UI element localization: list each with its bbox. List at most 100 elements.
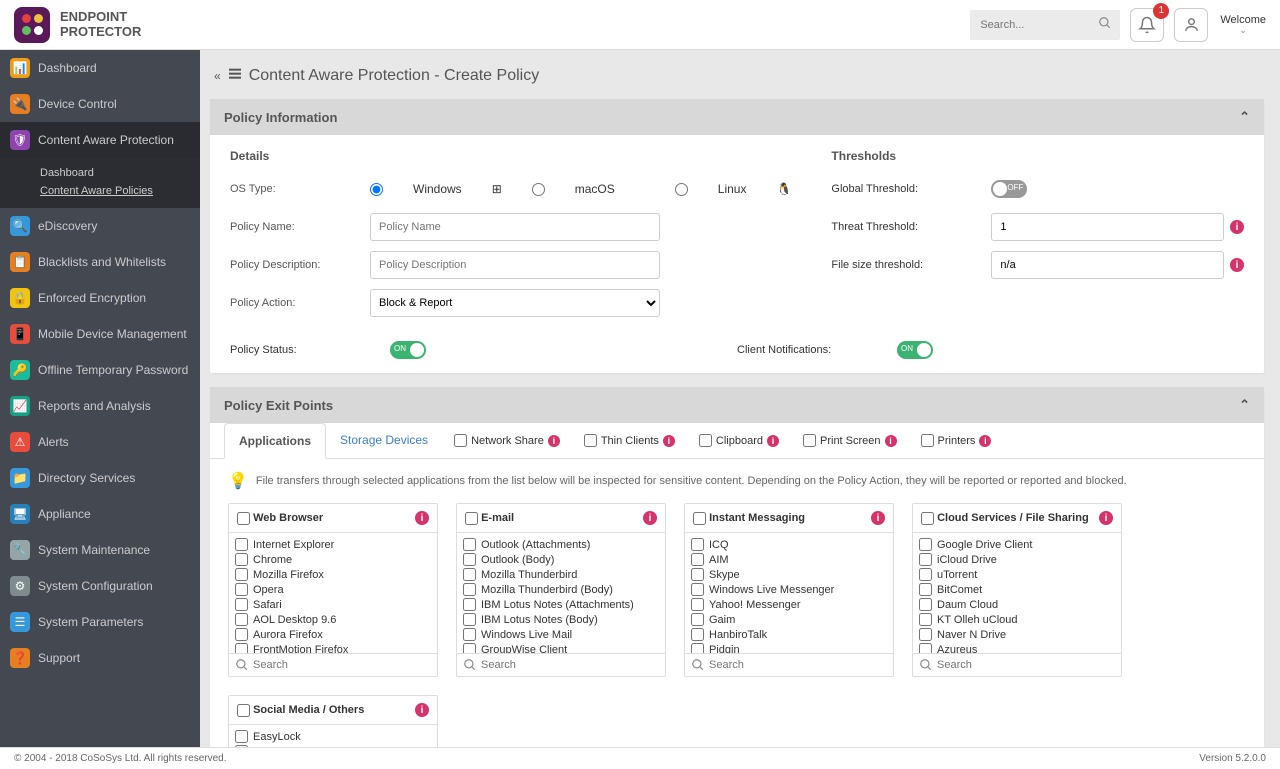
list-item[interactable]: Aurora Firefox bbox=[235, 627, 431, 642]
list-item[interactable]: Outlook (Attachments) bbox=[463, 537, 659, 552]
list-item[interactable]: Mozilla Thunderbird bbox=[463, 567, 659, 582]
group-list[interactable]: ICQAIMSkypeWindows Live MessengerYahoo! … bbox=[685, 533, 893, 653]
collapse-icon[interactable]: ⌃ bbox=[1239, 109, 1250, 125]
info-icon[interactable]: i bbox=[1230, 258, 1244, 272]
list-item[interactable]: ICQ bbox=[691, 537, 887, 552]
sidebar-item-ediscovery[interactable]: 🔍eDiscovery bbox=[0, 208, 200, 244]
info-icon[interactable]: i bbox=[885, 435, 897, 447]
list-item[interactable]: Opera bbox=[235, 582, 431, 597]
sidebar-item-appliance[interactable]: 🖥Appliance bbox=[0, 496, 200, 532]
sidebar-item-system-configuration[interactable]: ⚙System Configuration bbox=[0, 568, 200, 604]
policy-info-header[interactable]: Policy Information ⌃ bbox=[210, 99, 1264, 135]
sidebar-item-mobile-device-management[interactable]: 📱Mobile Device Management bbox=[0, 316, 200, 352]
sidebar-subitem[interactable]: Dashboard bbox=[40, 164, 200, 182]
info-icon[interactable]: i bbox=[415, 703, 429, 717]
group-list[interactable]: Internet ExplorerChromeMozilla FirefoxOp… bbox=[229, 533, 437, 653]
sidebar-item-alerts[interactable]: ⚠Alerts bbox=[0, 424, 200, 460]
sidebar-item-blacklists-and-whitelists[interactable]: 📋Blacklists and Whitelists bbox=[0, 244, 200, 280]
os-radio-group[interactable]: Windows⊞ macOS Linux🐧 bbox=[370, 182, 791, 196]
group-search-input[interactable] bbox=[253, 659, 431, 671]
policy-desc-input[interactable] bbox=[370, 251, 660, 279]
group-header[interactable]: Web Browseri bbox=[229, 504, 437, 533]
global-search[interactable] bbox=[970, 10, 1120, 40]
sidebar-item-device-control[interactable]: 🔌Device Control bbox=[0, 86, 200, 122]
sidebar-item-offline-temporary-password[interactable]: 🔑Offline Temporary Password bbox=[0, 352, 200, 388]
client-notif-toggle[interactable]: ON bbox=[897, 341, 933, 359]
info-icon[interactable]: i bbox=[643, 511, 657, 525]
group-header[interactable]: Cloud Services / File Sharingi bbox=[913, 504, 1121, 533]
tab-check-print-screen[interactable]: Print Screeni bbox=[791, 423, 909, 458]
sidebar-item-dashboard[interactable]: 📊Dashboard bbox=[0, 50, 200, 86]
sidebar-item-system-parameters[interactable]: ☰System Parameters bbox=[0, 604, 200, 640]
info-icon[interactable]: i bbox=[415, 511, 429, 525]
group-search-input[interactable] bbox=[937, 659, 1115, 671]
sidebar-item-content-aware-protection[interactable]: 🛡Content Aware Protection bbox=[0, 122, 200, 158]
info-icon[interactable]: i bbox=[1099, 511, 1113, 525]
back-icon[interactable]: « bbox=[214, 69, 221, 83]
list-item[interactable]: Skype bbox=[691, 567, 887, 582]
group-header[interactable]: Social Media / Othersi bbox=[229, 696, 437, 725]
os-linux-radio[interactable] bbox=[675, 183, 688, 196]
info-icon[interactable]: i bbox=[871, 511, 885, 525]
search-icon[interactable] bbox=[1098, 16, 1112, 33]
tab-applications[interactable]: Applications bbox=[224, 423, 326, 459]
tab-check-thin-clients[interactable]: Thin Clientsi bbox=[572, 423, 687, 458]
sidebar-subitem[interactable]: Content Aware Policies bbox=[40, 182, 200, 200]
group-search[interactable] bbox=[685, 653, 893, 676]
os-windows-radio[interactable] bbox=[370, 183, 383, 196]
list-item[interactable]: EasyLock bbox=[235, 729, 431, 744]
notifications-icon[interactable]: 1 bbox=[1130, 8, 1164, 42]
list-item[interactable]: Gaim bbox=[691, 612, 887, 627]
list-item[interactable]: Safari bbox=[235, 597, 431, 612]
tab-check-printers[interactable]: Printersi bbox=[909, 423, 1004, 458]
list-item[interactable]: AIM bbox=[691, 552, 887, 567]
sidebar-item-directory-services[interactable]: 📁Directory Services bbox=[0, 460, 200, 496]
group-search-input[interactable] bbox=[709, 659, 887, 671]
policy-status-toggle[interactable]: ON bbox=[390, 341, 426, 359]
list-item[interactable]: IBM Lotus Notes (Attachments) bbox=[463, 597, 659, 612]
list-item[interactable]: Google Drive Client bbox=[919, 537, 1115, 552]
info-icon[interactable]: i bbox=[663, 435, 675, 447]
tab-check-network-share[interactable]: Network Sharei bbox=[442, 423, 572, 458]
info-icon[interactable]: i bbox=[548, 435, 560, 447]
list-item[interactable]: KT Olleh uCloud bbox=[919, 612, 1115, 627]
list-item[interactable]: IBM Lotus Notes (Body) bbox=[463, 612, 659, 627]
list-item[interactable]: Daum Cloud bbox=[919, 597, 1115, 612]
group-search[interactable] bbox=[229, 653, 437, 676]
list-item[interactable]: uTorrent bbox=[919, 567, 1115, 582]
list-item[interactable]: Windows Live Messenger bbox=[691, 582, 887, 597]
threat-threshold-input[interactable] bbox=[991, 213, 1224, 241]
policy-name-input[interactable] bbox=[370, 213, 660, 241]
policy-action-select[interactable]: Block & Report bbox=[370, 289, 660, 317]
list-item[interactable]: GroupWise Client bbox=[463, 642, 659, 653]
info-icon[interactable]: i bbox=[979, 435, 991, 447]
list-item[interactable]: HanbiroTalk bbox=[691, 627, 887, 642]
list-item[interactable]: Pidgin bbox=[691, 642, 887, 653]
user-icon[interactable] bbox=[1174, 8, 1208, 42]
tab-storage-devices[interactable]: Storage Devices bbox=[326, 423, 442, 458]
filesize-threshold-input[interactable] bbox=[991, 251, 1224, 279]
group-search-input[interactable] bbox=[481, 659, 659, 671]
group-search[interactable] bbox=[913, 653, 1121, 676]
tab-check-clipboard[interactable]: Clipboardi bbox=[687, 423, 791, 458]
collapse-icon[interactable]: ⌃ bbox=[1239, 397, 1250, 413]
sidebar-item-system-maintenance[interactable]: 🔧System Maintenance bbox=[0, 532, 200, 568]
list-item[interactable]: Yahoo! Messenger bbox=[691, 597, 887, 612]
group-list[interactable]: Outlook (Attachments)Outlook (Body)Mozil… bbox=[457, 533, 665, 653]
list-item[interactable]: AOL Desktop 9.6 bbox=[235, 612, 431, 627]
list-item[interactable]: Windows Live Mail bbox=[463, 627, 659, 642]
list-item[interactable]: Naver N Drive bbox=[919, 627, 1115, 642]
list-item[interactable]: iCloud Drive bbox=[919, 552, 1115, 567]
group-header[interactable]: E-maili bbox=[457, 504, 665, 533]
welcome-dropdown[interactable]: Welcome⌄ bbox=[1220, 14, 1266, 36]
sidebar-item-support[interactable]: ❓Support bbox=[0, 640, 200, 676]
sidebar-item-enforced-encryption[interactable]: 🔒Enforced Encryption bbox=[0, 280, 200, 316]
list-item[interactable]: Mozilla Firefox bbox=[235, 567, 431, 582]
list-item[interactable]: Internet Explorer bbox=[235, 537, 431, 552]
group-list[interactable]: EasyLockWindows DVD MakerALFTPADBAI-Driv… bbox=[229, 725, 437, 747]
list-item[interactable]: Outlook (Body) bbox=[463, 552, 659, 567]
list-item[interactable]: FrontMotion Firefox bbox=[235, 642, 431, 653]
info-icon[interactable]: i bbox=[1230, 220, 1244, 234]
group-list[interactable]: Google Drive ClientiCloud DriveuTorrentB… bbox=[913, 533, 1121, 653]
list-item[interactable]: Mozilla Thunderbird (Body) bbox=[463, 582, 659, 597]
